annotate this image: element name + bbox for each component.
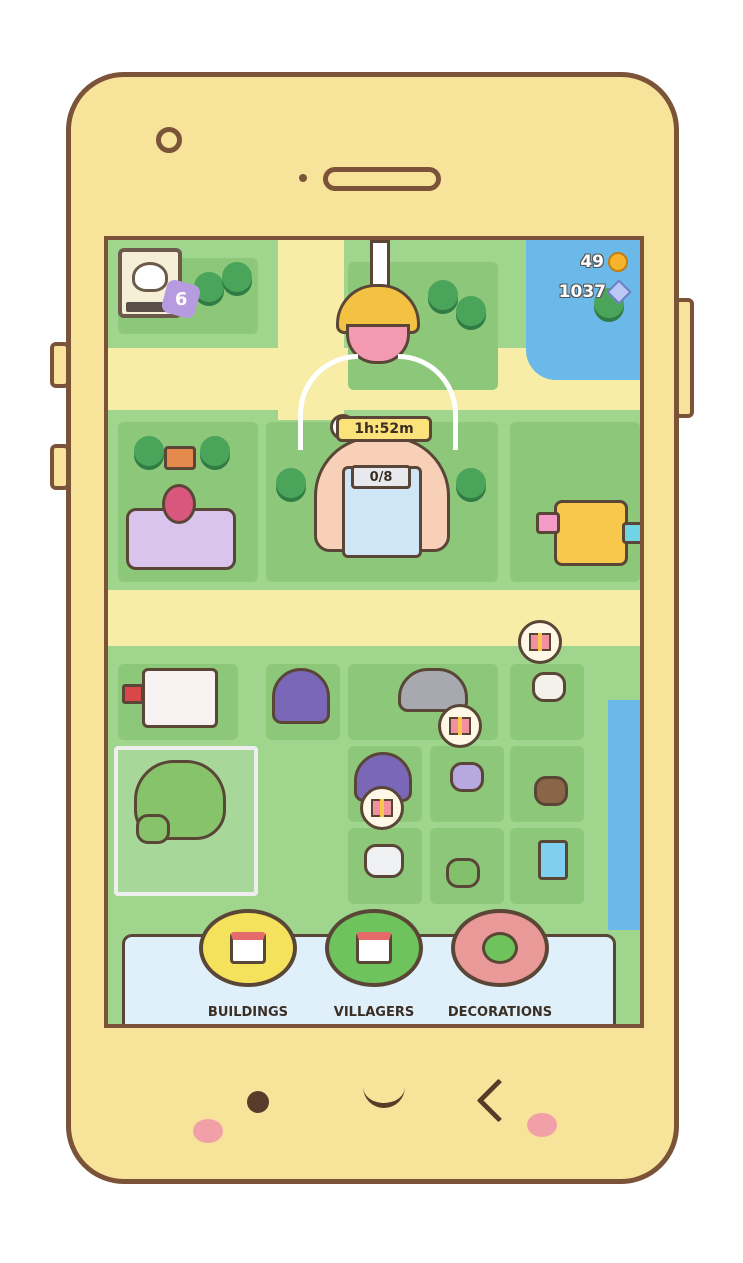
villagers-button[interactable] [325,909,423,987]
coin-amount: 49 [580,252,604,272]
bottom-toolbar: BUILDINGS VILLAGERS DECORATIONS [122,909,616,1024]
fence [114,746,258,896]
tree-icon [428,280,458,310]
gift-bubble[interactable] [360,786,404,830]
gem-amount: 1037 [558,282,606,302]
tree-icon [482,932,518,964]
sensor-dot [299,174,307,182]
prize-machine[interactable] [554,500,628,566]
player-level: 6 [174,288,188,310]
left-cheek [193,1119,223,1143]
shop-mailbox[interactable] [122,684,144,704]
gift-icon [449,717,471,735]
gem-icon [606,279,632,305]
tree-icon [456,468,486,498]
river-right [608,700,640,930]
smile-icon [363,1087,405,1108]
villager-wolf[interactable] [450,762,484,792]
decorations-button[interactable] [451,909,549,987]
gem-counter: 1037 [558,279,632,305]
gift-icon [529,633,551,651]
building-timer: 1h:52m [336,416,432,442]
left-eye-icon [247,1091,269,1113]
tree-icon [200,436,230,466]
balloon-villager[interactable] [162,484,196,524]
shop-building[interactable] [142,668,218,728]
pink-cube-decoration [536,512,560,534]
wink-eye-icon [476,1078,521,1123]
camera-icon [156,127,182,153]
building-capacity: 0/8 [351,465,411,489]
game-screen: 6 49 1037 1h:52m 0/8 BUILDINGS VILLAGERS… [104,236,644,1028]
shop-icon [230,932,266,964]
house-icon [356,932,392,964]
capacity-text: 0/8 [369,469,393,485]
tree-icon [276,468,306,498]
right-cheek [527,1113,557,1137]
sign-post[interactable] [164,446,196,470]
gift-bubble[interactable] [438,704,482,748]
buildings-button[interactable] [199,909,297,987]
crane-cable [370,240,390,290]
villager-bull[interactable] [534,776,568,806]
coin-counter: 49 [580,252,628,272]
villager-turtle[interactable] [446,858,480,888]
decorations-label: DECORATIONS [447,1005,553,1020]
coin-icon [608,252,628,272]
buildings-label: BUILDINGS [207,1005,289,1020]
cyan-cube-decoration [622,522,640,544]
villagers-label: VILLAGERS [333,1005,415,1020]
villager-cup[interactable] [538,840,568,880]
villager-fox[interactable] [532,672,566,702]
dome-building[interactable] [272,668,330,724]
road-horizontal-middle [108,590,640,646]
speaker-slot [323,167,441,191]
timer-text: 1h:52m [354,421,414,437]
avatar-face [132,262,168,292]
villager-sheep[interactable] [364,844,404,878]
tree-icon [222,262,252,292]
gift-icon [371,799,393,817]
gift-bubble[interactable] [518,620,562,664]
tree-icon [456,296,486,326]
tree-icon [134,436,164,466]
villager-frog[interactable] [136,814,170,844]
